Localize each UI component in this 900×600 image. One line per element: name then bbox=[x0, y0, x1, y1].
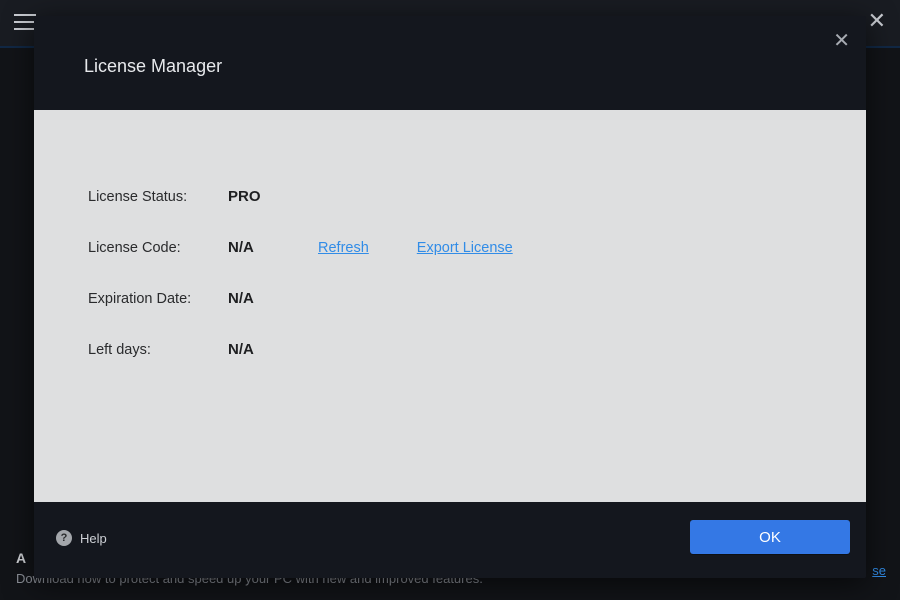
row-left-days: Left days: N/A bbox=[88, 341, 812, 358]
modal-body: License Status: PRO License Code: N/A Re… bbox=[34, 110, 866, 502]
modal-footer: ? Help OK bbox=[34, 502, 866, 578]
label-license-code: License Code: bbox=[88, 240, 228, 256]
help-label: Help bbox=[80, 531, 107, 546]
promo-link-fragment[interactable]: se bbox=[872, 563, 886, 578]
ok-button[interactable]: OK bbox=[690, 520, 850, 554]
label-expiration-date: Expiration Date: bbox=[88, 291, 228, 307]
row-license-code: License Code: N/A Refresh Export License bbox=[88, 239, 812, 256]
help-link[interactable]: ? Help bbox=[56, 530, 107, 546]
value-expiration-date: N/A bbox=[228, 290, 318, 307]
value-license-code: N/A bbox=[228, 239, 318, 256]
value-license-status: PRO bbox=[228, 188, 318, 205]
export-license-link[interactable]: Export License bbox=[417, 240, 513, 256]
promo-title-fragment: A bbox=[16, 550, 26, 566]
refresh-link[interactable]: Refresh bbox=[318, 240, 369, 256]
label-left-days: Left days: bbox=[88, 342, 228, 358]
hamburger-icon[interactable] bbox=[14, 14, 36, 30]
modal-header: License Manager ✕ bbox=[34, 16, 866, 110]
row-license-status: License Status: PRO bbox=[88, 188, 812, 205]
value-left-days: N/A bbox=[228, 341, 318, 358]
app-close-icon[interactable]: ✕ bbox=[868, 10, 886, 32]
row-expiration-date: Expiration Date: N/A bbox=[88, 290, 812, 307]
license-manager-modal: License Manager ✕ License Status: PRO Li… bbox=[34, 16, 866, 578]
close-icon[interactable]: ✕ bbox=[831, 30, 852, 52]
label-license-status: License Status: bbox=[88, 189, 228, 205]
help-icon: ? bbox=[56, 530, 72, 546]
modal-title: License Manager bbox=[84, 56, 222, 77]
